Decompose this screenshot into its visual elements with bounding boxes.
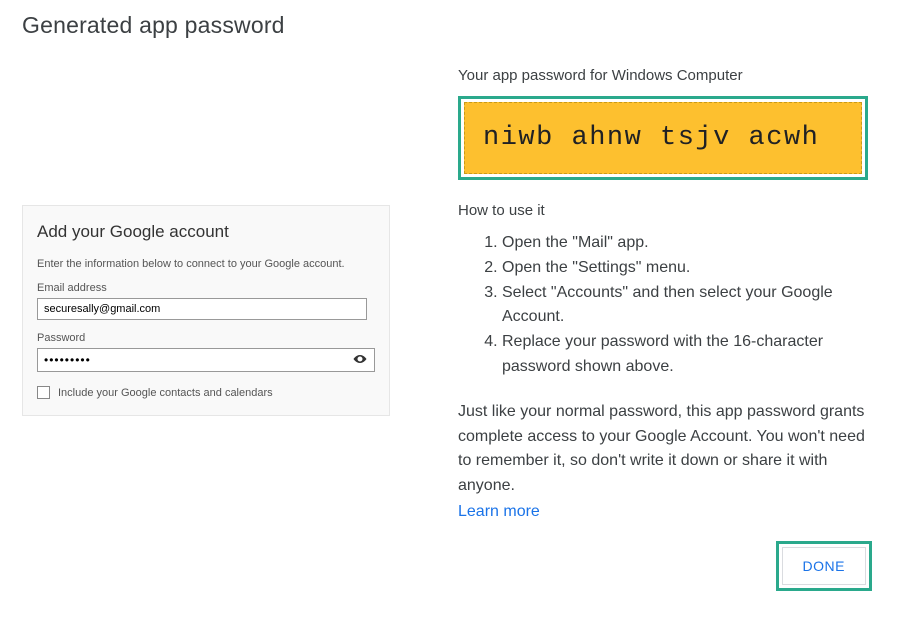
how-to-use-title: How to use it xyxy=(458,202,878,219)
how-to-use-steps: Open the "Mail" app. Open the "Settings"… xyxy=(458,231,878,380)
generated-password: niwb ahnw tsjv acwh xyxy=(464,102,862,174)
done-button-highlight: DONE xyxy=(776,541,872,591)
footer-text: Just like your normal password, this app… xyxy=(458,400,878,499)
app-password-label: Your app password for Windows Computer xyxy=(458,67,878,84)
password-box-highlight: niwb ahnw tsjv acwh xyxy=(458,96,868,180)
password-label: Password xyxy=(37,332,375,344)
email-label: Email address xyxy=(37,282,375,294)
step-item: Open the "Settings" menu. xyxy=(502,256,878,281)
password-field[interactable] xyxy=(37,348,375,372)
step-item: Open the "Mail" app. xyxy=(502,231,878,256)
account-card-subtitle: Enter the information below to connect t… xyxy=(37,258,375,270)
account-card: Add your Google account Enter the inform… xyxy=(22,205,390,416)
step-item: Select "Accounts" and then select your G… xyxy=(502,281,878,331)
include-contacts-label: Include your Google contacts and calenda… xyxy=(58,387,273,399)
learn-more-link[interactable]: Learn more xyxy=(458,503,540,521)
account-card-title: Add your Google account xyxy=(37,222,375,242)
email-field[interactable] xyxy=(37,298,367,320)
show-password-icon[interactable] xyxy=(353,353,367,368)
step-item: Replace your password with the 16-charac… xyxy=(502,330,878,380)
done-button[interactable]: DONE xyxy=(782,547,866,585)
page-title: Generated app password xyxy=(22,12,885,39)
include-contacts-checkbox[interactable] xyxy=(37,386,50,399)
